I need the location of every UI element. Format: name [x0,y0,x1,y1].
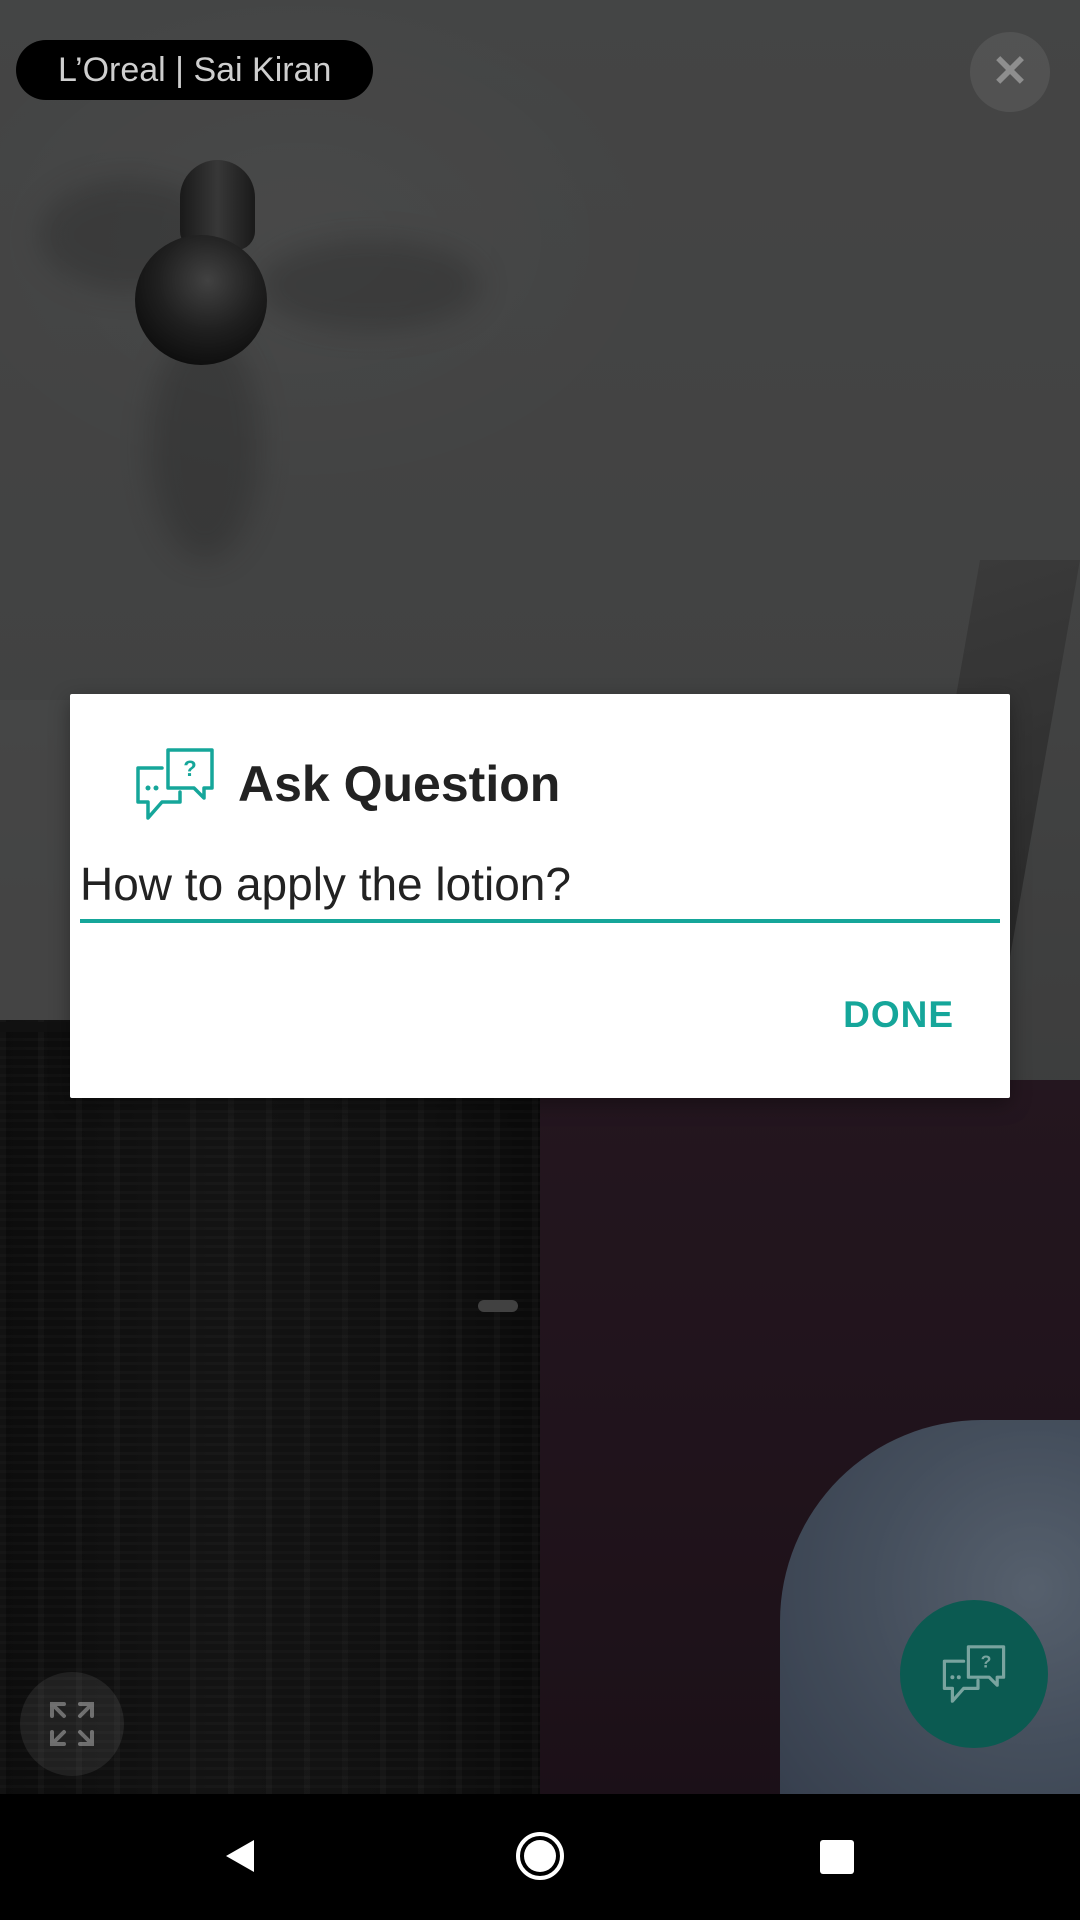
dialog-header: ? Ask Question [132,744,560,824]
close-button[interactable]: ✕ [970,32,1050,112]
done-button[interactable]: DONE [843,994,954,1036]
ask-question-fab[interactable]: ? [900,1600,1048,1748]
question-input[interactable] [80,849,1000,923]
dialog-title: Ask Question [238,756,561,812]
close-icon: ✕ [991,47,1029,96]
fullscreen-icon [50,1702,94,1746]
chat-question-icon: ? [136,748,214,820]
home-button[interactable] [514,1830,566,1882]
svg-text:?: ? [981,1652,992,1672]
back-button[interactable] [222,1836,258,1876]
svg-text:?: ? [183,756,196,781]
ask-question-dialog: ? Ask Question DONE [70,694,1010,1098]
fullscreen-button[interactable] [20,1672,124,1776]
back-triangle-icon [226,1840,254,1872]
recents-button[interactable] [820,1840,854,1874]
home-circle-icon [516,1832,564,1880]
session-label: L’Oreal | Sai Kiran [16,40,374,100]
chat-question-icon: ? [942,1645,1006,1703]
